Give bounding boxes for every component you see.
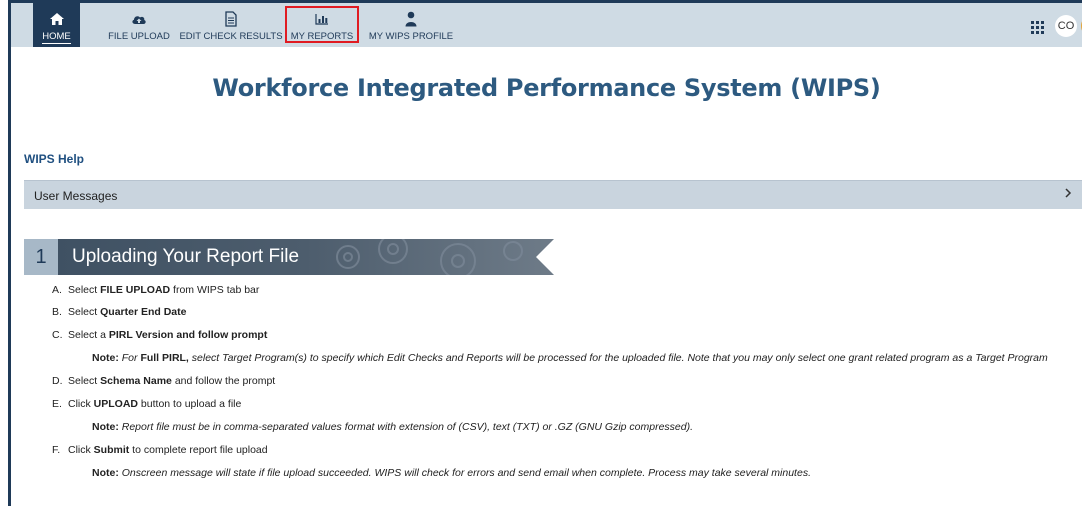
nav-tab-home-label: HOME [42, 31, 71, 44]
list-item: F. Click Submit to complete report file u… [52, 444, 268, 456]
section-banner: 1 Uploading Your Report File [24, 234, 554, 279]
nav-tab-my-reports[interactable]: MY REPORTS [285, 6, 359, 43]
nav-tab-edit-check-results[interactable]: EDIT CHECK RESULTS [179, 3, 283, 47]
list-item: D. Select Schema Name and follow the prom… [52, 375, 276, 387]
person-icon [405, 9, 417, 29]
list-item: A. Select FILE UPLOAD from WIPS tab bar [52, 284, 260, 296]
note-text: Note: For Full PIRL, select Target Progr… [92, 352, 1048, 364]
section-number: 1 [24, 239, 58, 275]
page-title: Workforce Integrated Performance System … [212, 74, 881, 102]
document-icon [225, 9, 237, 29]
list-item: E. Click UPLOAD button to upload a file [52, 398, 242, 410]
list-item: C. Select a PIRL Version and follow promp… [52, 329, 268, 341]
section-title: Uploading Your Report File [72, 246, 300, 267]
nav-tab-file-upload[interactable]: FILE UPLOAD [105, 3, 173, 47]
nav-tab-my-reports-label: MY REPORTS [290, 31, 354, 42]
nav-tab-my-profile-label: MY WIPS PROFILE [368, 31, 454, 42]
note-text: Note: Report file must be in comma-separ… [92, 421, 694, 433]
note-text: Note: Onscreen message will state if fil… [92, 467, 811, 479]
nav-tab-home[interactable]: HOME [33, 3, 80, 47]
wips-help-link[interactable]: WIPS Help [24, 152, 84, 166]
user-messages-bar[interactable]: User Messages [24, 180, 1082, 209]
user-messages-label: User Messages [34, 189, 118, 203]
nav-tab-edit-check-label: EDIT CHECK RESULTS [179, 31, 283, 42]
nav-tab-file-upload-label: FILE UPLOAD [108, 31, 170, 42]
bar-chart-icon [315, 9, 329, 29]
cloud-upload-icon [131, 9, 147, 29]
user-avatar[interactable]: CO [1055, 15, 1077, 37]
list-item: B. Select Quarter End Date [52, 306, 187, 318]
chevron-right-icon [1064, 187, 1072, 202]
nav-tab-my-wips-profile[interactable]: MY WIPS PROFILE [366, 3, 456, 47]
grid-icon[interactable] [1031, 21, 1044, 34]
home-icon [49, 9, 65, 29]
top-nav-bar: HOME FILE UPLOAD EDIT CHECK RESULTS MY R… [11, 3, 1082, 47]
